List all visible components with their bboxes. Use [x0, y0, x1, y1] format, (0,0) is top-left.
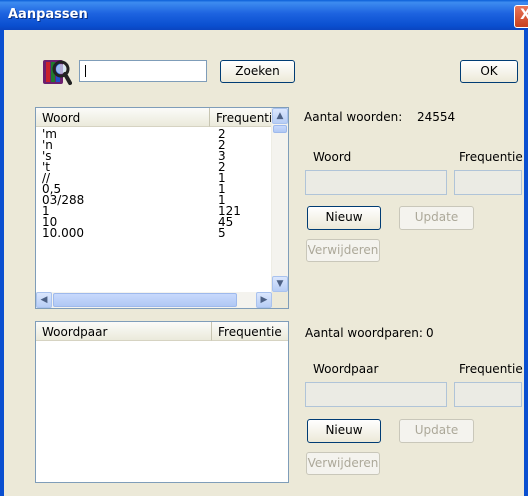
close-button[interactable]: X [514, 5, 528, 28]
word-count-label: Aantal woorden: [304, 110, 403, 124]
scrollbar-corner [272, 292, 288, 308]
word-pair-list[interactable]: Woordpaar Frequentie [35, 321, 289, 483]
frequency-column-header[interactable]: Frequenti [210, 108, 274, 127]
new-word-button[interactable]: Nieuw [307, 206, 381, 230]
scroll-left-icon[interactable]: ◀ [36, 292, 52, 308]
word-rows: 'm 2 'n 2 's 3 't 2 //1 0,5 1 03/288 1 1 121 10… [42, 128, 241, 239]
title-bar[interactable]: Aanpassen X [0, 0, 528, 30]
scroll-up-icon[interactable]: ▲ [272, 108, 288, 124]
new-pair-button[interactable]: Nieuw [307, 419, 381, 443]
window-frame-left [0, 30, 4, 496]
table-row[interactable]: 10.000 5 [42, 227, 226, 239]
pair-count-label: Aantal woordparen: [305, 326, 423, 340]
word-column-header[interactable]: Woord [36, 108, 210, 127]
dictionary-icon [40, 56, 72, 88]
word-list-horizontal-scrollbar[interactable]: ◀ ▶ [36, 292, 272, 308]
delete-pair-button[interactable]: Verwijderen [306, 452, 380, 475]
scroll-right-icon[interactable]: ▶ [256, 292, 272, 308]
horizontal-scroll-thumb[interactable] [53, 293, 237, 307]
update-word-button[interactable]: Update [399, 206, 474, 230]
word-pair-column-header[interactable]: Woordpaar [36, 322, 212, 341]
word-list[interactable]: Woord Frequenti 'm 2 'n 2 's 3 't 2 //1 0,5 1… [35, 107, 289, 309]
vertical-scroll-thumb[interactable] [273, 125, 287, 133]
text-cursor [85, 65, 86, 77]
word-list-vertical-scrollbar[interactable]: ▲ ▼ [271, 108, 288, 292]
delete-word-button[interactable]: Verwijderen [306, 239, 380, 262]
pair-count-value: 0 [426, 326, 434, 340]
window-frame-right[interactable] [524, 30, 528, 496]
search-button[interactable]: Zoeken [220, 60, 295, 83]
frequency-field[interactable] [454, 170, 522, 195]
search-input[interactable] [79, 60, 207, 82]
pair-frequency-column-header[interactable]: Frequentie [212, 322, 288, 341]
window-title: Aanpassen [8, 7, 88, 22]
word-pair-field[interactable] [305, 382, 447, 407]
update-pair-button[interactable]: Update [399, 419, 474, 443]
ok-button[interactable]: OK [460, 60, 518, 83]
dialog-window: Aanpassen X Zoeken OK Woord Frequenti 'm… [0, 0, 528, 496]
scroll-down-icon[interactable]: ▼ [272, 276, 288, 292]
pair-field-label: Woordpaar [313, 362, 379, 376]
pair-frequency-field[interactable] [454, 382, 522, 407]
word-count-value: 24554 [417, 110, 456, 124]
frequency-field-label: Frequentie [459, 150, 523, 164]
word-field[interactable] [305, 170, 447, 195]
word-field-label: Woord [313, 150, 352, 164]
pair-frequency-field-label: Frequentie [459, 362, 523, 376]
